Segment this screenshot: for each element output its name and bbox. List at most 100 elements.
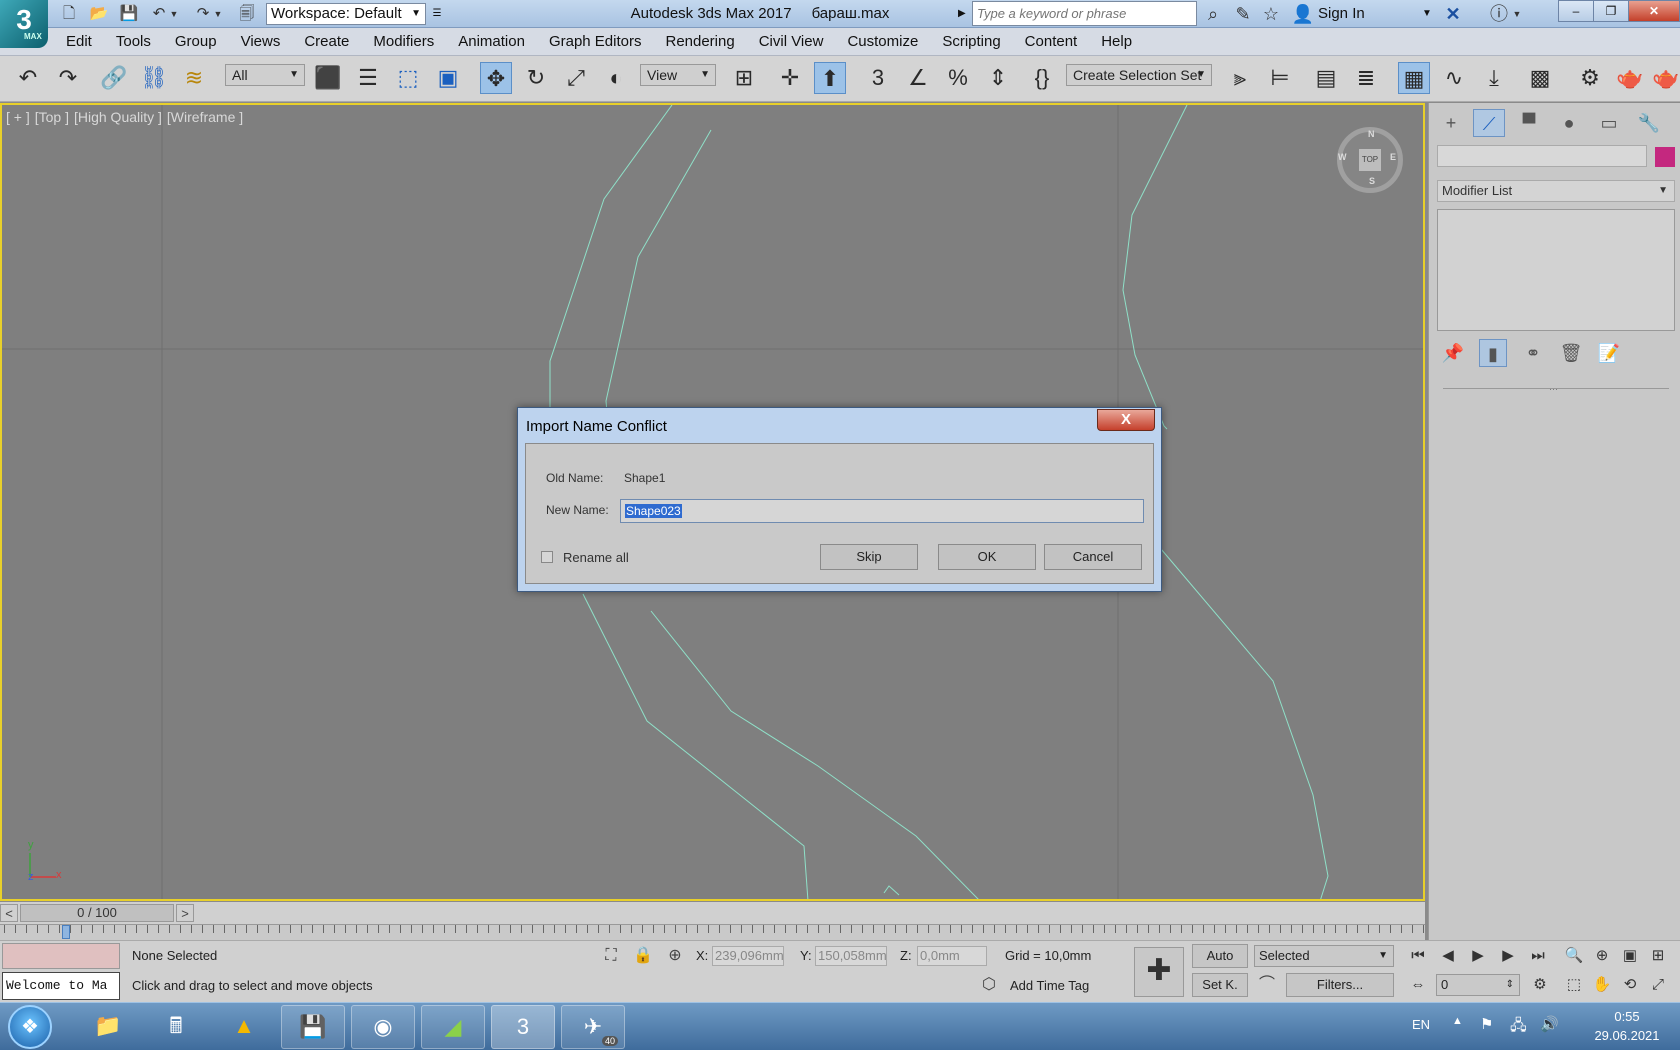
- material-editor-icon[interactable]: ▩: [1524, 62, 1556, 94]
- close-window-icon[interactable]: ✕: [1628, 0, 1680, 22]
- edit-named-selection-icon[interactable]: {}: [1026, 62, 1058, 94]
- user-icon[interactable]: 👤: [1290, 2, 1316, 26]
- keyboard-shortcut-override-icon[interactable]: ⬆: [814, 62, 846, 94]
- telegram-icon[interactable]: ✈ 40: [561, 1005, 625, 1049]
- modifier-list-dropdown[interactable]: Modifier List ▼: [1437, 180, 1675, 202]
- time-slider-prev[interactable]: <: [0, 904, 18, 922]
- redo-icon[interactable]: ↷: [52, 62, 84, 94]
- viewport-display-label[interactable]: [Wireframe ]: [167, 109, 243, 125]
- system-clock[interactable]: 0:55 29.06.2021: [1578, 1007, 1676, 1045]
- key-mode-toggle-icon[interactable]: ⇔: [1406, 973, 1430, 997]
- sign-in-dropdown-icon[interactable]: ▼: [1422, 0, 1432, 28]
- remove-modifier-icon[interactable]: 🗑: [1557, 339, 1585, 367]
- spinner-snap-icon[interactable]: ⇕: [982, 62, 1014, 94]
- track-bar[interactable]: [0, 924, 1425, 940]
- go-to-start-icon[interactable]: ⏮: [1406, 944, 1430, 968]
- undo-icon[interactable]: ↶: [148, 3, 170, 25]
- menu-civil-view[interactable]: Civil View: [747, 28, 836, 55]
- link-icon[interactable]: 🔗: [98, 62, 130, 94]
- network-icon[interactable]: 🖧: [1510, 1015, 1527, 1040]
- shape-spline-2-lower[interactable]: [650, 610, 980, 899]
- search-expand-icon[interactable]: ▶: [958, 3, 972, 25]
- add-time-tag-button[interactable]: Add Time Tag: [1010, 972, 1089, 1000]
- binoculars-icon[interactable]: ⌕: [1200, 2, 1226, 26]
- object-color-swatch[interactable]: [1655, 147, 1675, 167]
- restore-icon[interactable]: ❐: [1593, 0, 1629, 22]
- z-coordinate-field[interactable]: 0,0mm: [917, 946, 987, 966]
- action-center-flag-icon[interactable]: ⚑: [1480, 1015, 1493, 1033]
- absolute-mode-icon[interactable]: ⊕: [664, 946, 686, 966]
- set-key-icon[interactable]: ✚: [1134, 947, 1184, 997]
- unlink-icon[interactable]: ⛓: [138, 62, 170, 94]
- play-icon[interactable]: ▶: [1466, 944, 1490, 968]
- menu-group[interactable]: Group: [163, 28, 229, 55]
- key-mode-dropdown[interactable]: Selected ▼: [1254, 945, 1394, 967]
- render-setup-icon[interactable]: ⚙: [1574, 62, 1606, 94]
- search-input[interactable]: [972, 1, 1197, 26]
- menu-create[interactable]: Create: [292, 28, 361, 55]
- file-explorer-icon[interactable]: 📁: [76, 1005, 140, 1049]
- curve-editor-icon[interactable]: ∿: [1438, 62, 1470, 94]
- bind-space-warp-icon[interactable]: ≋: [178, 62, 210, 94]
- display-tab-icon[interactable]: ▭: [1593, 109, 1625, 137]
- set-key-button[interactable]: Set K.: [1192, 973, 1248, 997]
- menu-animation[interactable]: Animation: [446, 28, 537, 55]
- previous-frame-icon[interactable]: ◀: [1436, 944, 1460, 968]
- selection-filter-dropdown[interactable]: All ▼: [225, 64, 305, 86]
- x-coordinate-field[interactable]: 239,096mm: [712, 946, 784, 966]
- redo-dropdown-icon[interactable]: ▼: [212, 3, 224, 25]
- selection-lock-icon[interactable]: 🔒: [632, 946, 654, 966]
- help-dropdown-icon[interactable]: ▼: [1510, 2, 1524, 26]
- configure-modifier-sets-icon[interactable]: 📝: [1595, 339, 1623, 367]
- viewport-shading-label[interactable]: [High Quality ]: [74, 109, 162, 125]
- language-indicator[interactable]: EN: [1412, 1003, 1430, 1047]
- zoom-extents-all-icon[interactable]: ⊞: [1646, 944, 1670, 968]
- motion-tab-icon[interactable]: ●: [1553, 109, 1585, 137]
- maxscript-listener-output[interactable]: [2, 943, 120, 969]
- minimize-icon[interactable]: –: [1558, 0, 1594, 22]
- skip-button[interactable]: Skip: [820, 544, 918, 570]
- select-and-manipulate-icon[interactable]: ✛: [774, 62, 806, 94]
- show-end-result-icon[interactable]: ▮: [1479, 339, 1507, 367]
- autocad-icon[interactable]: ▲: [212, 1005, 276, 1049]
- quick-access-menu-icon[interactable]: ☰: [428, 3, 446, 25]
- sketchup-layout-icon[interactable]: ◢: [421, 1005, 485, 1049]
- viewport-label[interactable]: [ + ] [Top ] [High Quality ] [Wireframe ]: [6, 109, 248, 125]
- menu-modifiers[interactable]: Modifiers: [361, 28, 446, 55]
- default-tangents-icon[interactable]: ⌒: [1256, 975, 1278, 995]
- save-icon[interactable]: 💾: [118, 3, 140, 25]
- ok-button[interactable]: OK: [938, 544, 1036, 570]
- cancel-button[interactable]: Cancel: [1044, 544, 1142, 570]
- menu-customize[interactable]: Customize: [835, 28, 930, 55]
- new-file-icon[interactable]: 🗋: [58, 3, 80, 25]
- time-configuration-icon[interactable]: ⚙: [1528, 973, 1552, 997]
- create-tab-icon[interactable]: +: [1435, 109, 1467, 137]
- select-and-place-icon[interactable]: ◐: [600, 62, 632, 94]
- zoom-extents-icon[interactable]: ▣: [1618, 944, 1642, 968]
- select-object-icon[interactable]: ⬛: [312, 62, 344, 94]
- favorites-star-icon[interactable]: ☆: [1258, 2, 1284, 26]
- next-frame-icon[interactable]: ▶: [1496, 944, 1520, 968]
- viewcube-face[interactable]: TOP: [1359, 149, 1381, 171]
- new-name-input[interactable]: Shape023: [620, 499, 1144, 523]
- menu-edit[interactable]: Edit: [54, 28, 104, 55]
- subscription-icon[interactable]: ✎: [1230, 2, 1256, 26]
- modifier-stack[interactable]: [1437, 209, 1675, 331]
- redo-icon[interactable]: ↷: [192, 3, 214, 25]
- select-and-rotate-icon[interactable]: ↻: [520, 62, 552, 94]
- time-slider-thumb[interactable]: 0 / 100: [20, 904, 174, 922]
- toggle-ribbon-icon[interactable]: ▦: [1398, 62, 1430, 94]
- time-tag-icon[interactable]: ⬡: [978, 975, 1000, 995]
- key-filters-button[interactable]: Filters...: [1286, 973, 1394, 997]
- auto-key-button[interactable]: Auto: [1192, 944, 1248, 968]
- start-button[interactable]: ❖: [8, 1005, 52, 1049]
- angle-snap-icon[interactable]: ∠: [902, 62, 934, 94]
- rename-all-checkbox[interactable]: [541, 551, 553, 563]
- named-selection-set-dropdown[interactable]: Create Selection Set ▼: [1066, 64, 1212, 86]
- rename-all-label[interactable]: Rename all: [563, 550, 629, 565]
- viewport-menu-label[interactable]: [ + ]: [6, 109, 30, 125]
- menu-scripting[interactable]: Scripting: [930, 28, 1012, 55]
- render-production-icon[interactable]: 🫖: [1650, 62, 1680, 94]
- chrome-icon[interactable]: ◉: [351, 1005, 415, 1049]
- y-coordinate-field[interactable]: 150,058mm: [815, 946, 887, 966]
